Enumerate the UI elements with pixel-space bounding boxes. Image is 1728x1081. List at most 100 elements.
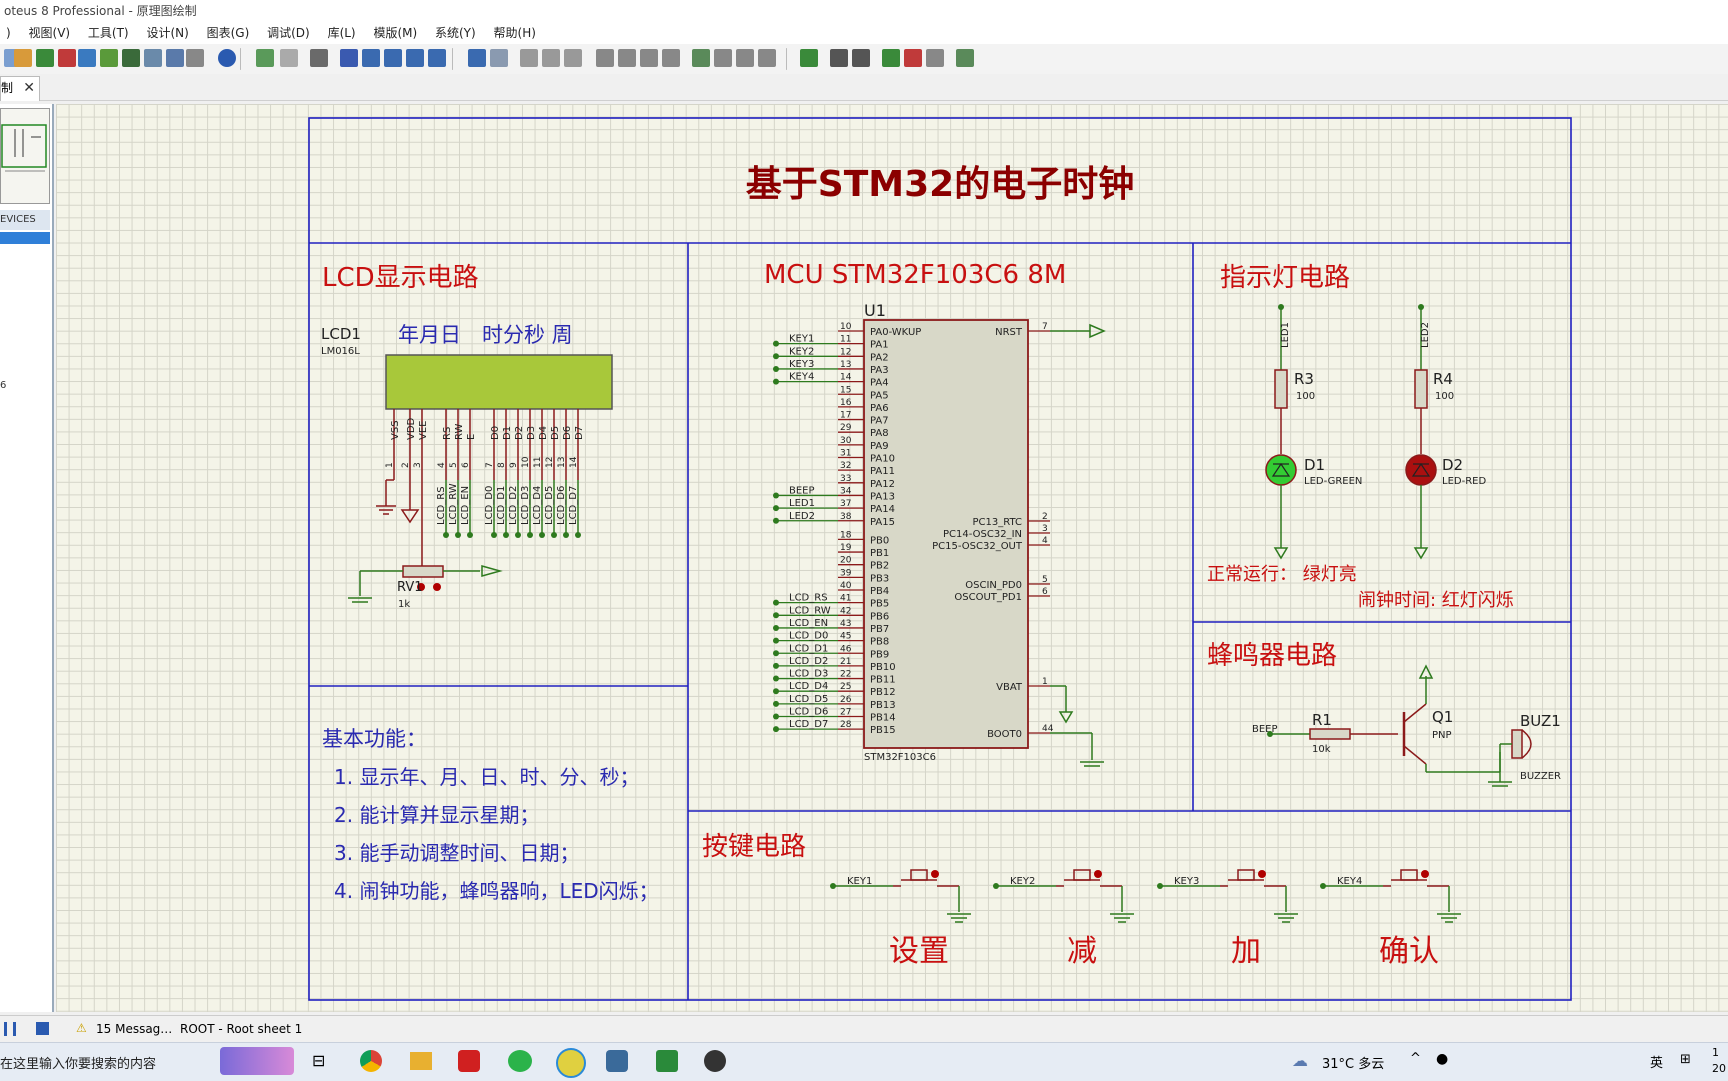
key-button-4[interactable]: KEY4 确认 <box>1320 869 1461 969</box>
schematic-canvas[interactable]: 基于STM32的电子时钟 LCD显示电路 LCD1 LM016L 年月日 时分秒… <box>56 104 1728 1012</box>
new-sheet-icon[interactable] <box>882 49 900 67</box>
paste-icon[interactable] <box>564 49 582 67</box>
menu-item-view[interactable]: 视图(V) <box>23 22 79 44</box>
lcd-pin-label: D1 <box>502 426 513 440</box>
zoom-out-icon[interactable] <box>384 49 402 67</box>
doc-icon[interactable] <box>144 49 162 67</box>
mcu-net-label: LCD_RS <box>789 593 828 604</box>
folder-icon[interactable] <box>410 1052 432 1070</box>
notes-icon[interactable] <box>186 49 204 67</box>
refresh-icon[interactable] <box>256 49 274 67</box>
menu-item-template[interactable]: 模版(M) <box>367 22 425 44</box>
menu-item-library[interactable]: 库(L) <box>322 22 364 44</box>
wechat-icon[interactable] <box>508 1050 532 1072</box>
keil-icon[interactable] <box>656 1050 678 1072</box>
r4-body[interactable] <box>1414 369 1428 409</box>
task-view-icon[interactable]: ⊟ <box>312 1051 325 1070</box>
ime-indicator[interactable]: 英 <box>1650 1052 1663 1071</box>
menu-item-debug[interactable]: 调试(D) <box>261 22 318 44</box>
led2-branch[interactable]: LED2 R4 100 D2 LED-RED <box>1405 304 1486 560</box>
overview-window[interactable] <box>0 108 50 204</box>
pause-icon[interactable] <box>4 1022 16 1036</box>
copy-icon[interactable] <box>542 49 560 67</box>
obs-icon[interactable] <box>704 1050 726 1072</box>
layout-icon[interactable]: ⊞ <box>1680 1052 1691 1067</box>
redo-icon[interactable] <box>490 49 508 67</box>
remove-sheet-icon[interactable] <box>904 49 922 67</box>
mic-icon[interactable]: ● <box>1436 1051 1448 1067</box>
device-list-item[interactable]: 6 <box>0 380 6 391</box>
erc-icon[interactable] <box>956 49 974 67</box>
help-icon[interactable] <box>218 49 236 67</box>
feature-2: 2. 能计算并显示星期； <box>334 803 539 827</box>
lcd-pin-number: 3 <box>413 462 423 468</box>
led1-branch[interactable]: LED1 R3 100 D1 LED-GREEN <box>1265 304 1362 560</box>
os-taskbar: 在这里输入你要搜索的内容 ⊟ ☁ 31°C 多云 ^ ● 英 ⊞ 1 20 <box>0 1042 1728 1081</box>
mcu-pin-name: PB14 <box>870 713 896 724</box>
mcu-net-label: LCD_RW <box>789 605 831 616</box>
pan-icon[interactable] <box>340 49 358 67</box>
cut-icon[interactable] <box>520 49 538 67</box>
key-button-1[interactable]: KEY1 设置 <box>830 869 971 969</box>
stop-icon[interactable] <box>36 1022 49 1035</box>
app-icon[interactable] <box>606 1050 628 1072</box>
buz1-body[interactable] <box>1511 729 1523 759</box>
key-button-2[interactable]: KEY2 减 <box>993 869 1134 969</box>
d2-led[interactable] <box>1405 454 1437 486</box>
weather-text[interactable]: 31°C 多云 <box>1322 1053 1384 1072</box>
menu-item-file-partial[interactable]: ) <box>0 22 19 44</box>
schematic-svg[interactable]: 基于STM32的电子时钟 LCD显示电路 LCD1 LM016L 年月日 时分秒… <box>56 104 1728 1012</box>
chevron-up-icon[interactable]: ^ <box>1410 1051 1421 1066</box>
lcd-caption: 年月日 时分秒 周 <box>398 323 573 347</box>
messages-count[interactable]: 15 Messag… <box>96 1022 172 1036</box>
list-icon[interactable] <box>166 49 184 67</box>
mcu-pin-name: PA6 <box>870 403 889 414</box>
block-delete-icon[interactable] <box>662 49 680 67</box>
make-device-icon[interactable] <box>714 49 732 67</box>
proteus-icon[interactable] <box>556 1048 586 1078</box>
wire-autorouter-icon[interactable] <box>800 49 818 67</box>
r1-body[interactable] <box>1309 728 1351 740</box>
mcu-pin-number: 7 <box>1042 322 1048 332</box>
clock[interactable]: 1 20 <box>1712 1045 1726 1077</box>
d1-led[interactable] <box>1265 454 1297 486</box>
block-copy-icon[interactable] <box>596 49 614 67</box>
board-icon[interactable] <box>122 49 140 67</box>
r3-body[interactable] <box>1274 369 1288 409</box>
mcu-pin-number: 12 <box>840 347 851 357</box>
menu-item-tools[interactable]: 工具(T) <box>82 22 137 44</box>
pack-device-icon[interactable] <box>736 49 754 67</box>
menu-item-help[interactable]: 帮助(H) <box>488 22 544 44</box>
back-icon[interactable] <box>78 49 96 67</box>
origin-icon[interactable] <box>310 49 328 67</box>
menu-item-system[interactable]: 系统(Y) <box>429 22 484 44</box>
pcb-icon[interactable] <box>36 49 54 67</box>
gerber-icon[interactable] <box>100 49 118 67</box>
grid-icon[interactable] <box>280 49 298 67</box>
home-icon[interactable] <box>14 49 32 67</box>
taskbar-search[interactable]: 在这里输入你要搜索的内容 <box>0 1053 156 1072</box>
chip-icon[interactable] <box>58 49 76 67</box>
block-move-icon[interactable] <box>618 49 636 67</box>
zoom-all-icon[interactable] <box>406 49 424 67</box>
buzzer-circuit[interactable]: BEEP R1 10k Q1 PNP BUZ1 BUZZER <box>1252 664 1561 787</box>
zoom-area-icon[interactable] <box>428 49 446 67</box>
chrome-icon[interactable] <box>360 1050 382 1072</box>
pick-device-icon[interactable] <box>692 49 710 67</box>
bill-icon[interactable] <box>926 49 944 67</box>
block-rotate-icon[interactable] <box>640 49 658 67</box>
rv1-potentiometer[interactable]: RV1 1k <box>348 565 503 610</box>
menu-item-graph[interactable]: 图表(G) <box>201 22 258 44</box>
undo-icon[interactable] <box>468 49 486 67</box>
key-button-3[interactable]: KEY3 加 <box>1157 869 1298 969</box>
zoom-in-icon[interactable] <box>362 49 380 67</box>
close-icon[interactable]: ✕ <box>23 77 35 99</box>
property-tool-icon[interactable] <box>852 49 870 67</box>
menu-item-design[interactable]: 设计(N) <box>140 22 196 44</box>
tab-schematic[interactable]: 制 ✕ <box>0 76 40 101</box>
search-icon[interactable] <box>830 49 848 67</box>
decompose-icon[interactable] <box>758 49 776 67</box>
wps-icon[interactable] <box>458 1050 480 1072</box>
search-banner-icon[interactable] <box>220 1047 294 1075</box>
device-selected-row[interactable] <box>0 232 50 244</box>
